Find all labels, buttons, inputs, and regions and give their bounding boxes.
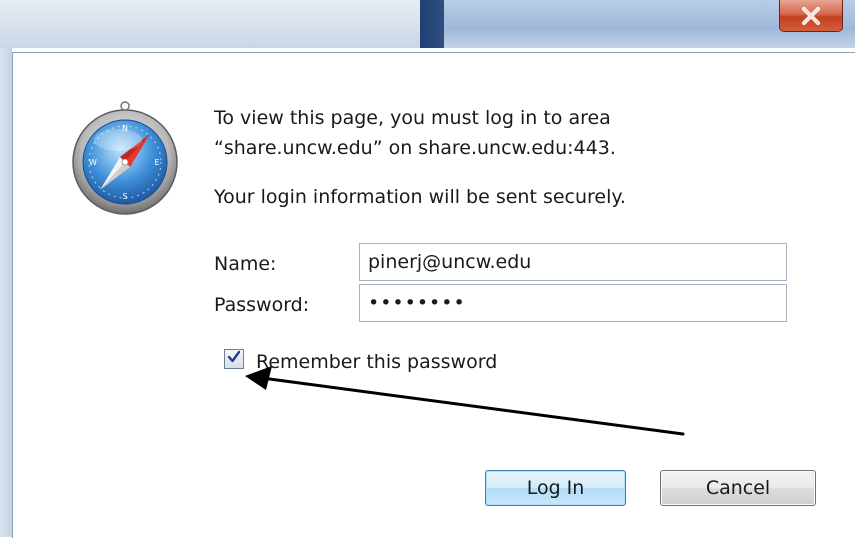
safari-compass-icon: N S W E — [66, 100, 184, 218]
login-button[interactable]: Log In — [485, 470, 626, 506]
cancel-button[interactable]: Cancel — [660, 470, 816, 506]
message-line-1: To view this page, you must log in to ar… — [214, 107, 611, 129]
titlebar-left-area — [0, 0, 420, 48]
password-label: Password: — [214, 294, 310, 316]
remember-password-checkbox[interactable] — [224, 349, 244, 369]
titlebar-divider — [420, 0, 444, 48]
svg-text:W: W — [89, 158, 97, 167]
checkmark-icon — [226, 349, 242, 369]
window-left-border — [0, 48, 12, 537]
message-line-2: “share.uncw.edu” on share.uncw.edu:443. — [214, 137, 616, 159]
remember-password-label[interactable]: Remember this password — [256, 351, 497, 373]
password-field[interactable] — [359, 284, 787, 322]
secure-note: Your login information will be sent secu… — [214, 186, 626, 208]
name-label: Name: — [214, 253, 277, 275]
svg-text:E: E — [154, 158, 159, 167]
svg-text:S: S — [122, 192, 127, 201]
close-icon — [800, 6, 822, 25]
name-field[interactable] — [359, 243, 787, 281]
window-titlebar — [0, 0, 855, 48]
close-button[interactable] — [779, 0, 843, 32]
